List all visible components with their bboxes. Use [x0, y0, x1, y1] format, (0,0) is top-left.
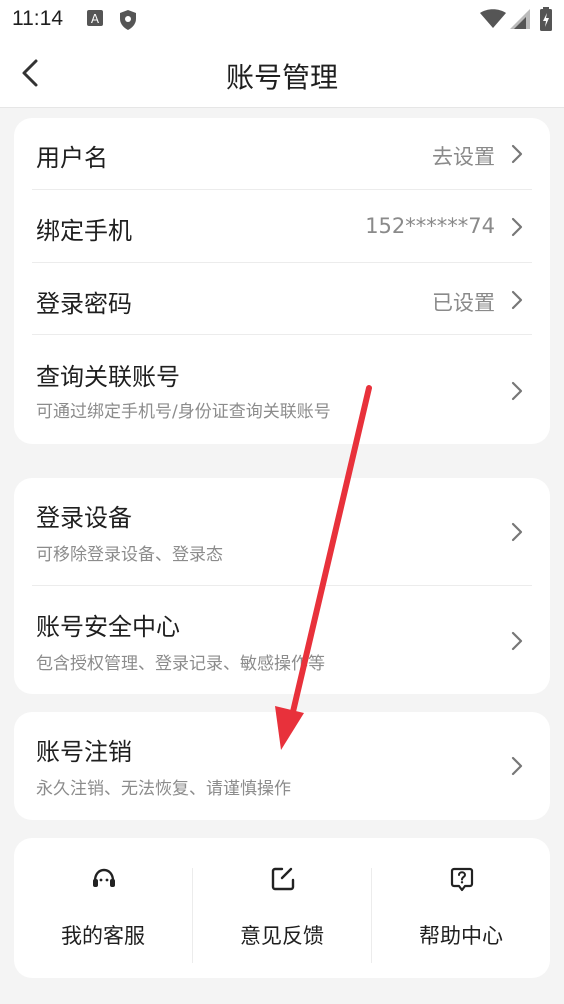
login-devices-desc: 可移除登录设备、登录态 [36, 545, 223, 565]
username-value: 去设置 [432, 145, 495, 169]
chevron-right-icon [511, 381, 523, 401]
chevron-right-icon [511, 290, 523, 310]
chevron-right-icon [511, 217, 523, 237]
status-bar: 11:14 A [0, 0, 564, 38]
status-time: 11:14 [12, 7, 63, 30]
help-center-button[interactable]: 帮助中心 [372, 838, 550, 978]
security-card: 登录设备 可移除登录设备、登录态 账号安全中心 包含授权管理、登录记录、敏感操作… [14, 478, 550, 694]
password-value: 已设置 [432, 291, 495, 315]
svg-text:A: A [91, 12, 100, 26]
shield-icon [120, 10, 136, 30]
password-label: 登录密码 [36, 290, 132, 318]
account-cancel-label: 账号注销 [36, 738, 132, 766]
account-cancel-card: 账号注销 永久注销、无法恢复、请谨慎操作 [14, 712, 550, 820]
app-a-icon: A [87, 10, 103, 26]
phone-row[interactable]: 绑定手机 152******74 [14, 190, 550, 263]
account-info-card: 用户名 去设置 绑定手机 152******74 登录密码 已设置 查询关联账号… [14, 118, 550, 444]
linked-accounts-desc: 可通过绑定手机号/身份证查询关联账号 [36, 402, 331, 422]
account-cancel-desc: 永久注销、无法恢复、请谨慎操作 [36, 779, 291, 799]
customer-service-button[interactable]: 我的客服 [14, 838, 192, 978]
help-shortcuts-card: 我的客服 意见反馈 帮助中心 [14, 838, 550, 978]
security-center-label: 账号安全中心 [36, 613, 180, 641]
chevron-right-icon [511, 631, 523, 651]
username-row[interactable]: 用户名 去设置 [14, 118, 550, 190]
account-cancel-row[interactable]: 账号注销 永久注销、无法恢复、请谨慎操作 [14, 712, 550, 820]
title-bar: 账号管理 [0, 38, 564, 108]
password-row[interactable]: 登录密码 已设置 [14, 263, 550, 335]
page-title: 账号管理 [225, 61, 338, 94]
chevron-right-icon [511, 522, 523, 542]
phone-label: 绑定手机 [36, 217, 132, 245]
wifi-icon [480, 9, 506, 28]
chevron-right-icon [511, 756, 523, 776]
battery-icon [540, 7, 552, 31]
help-center-label: 帮助中心 [419, 924, 503, 948]
username-label: 用户名 [36, 144, 108, 172]
feedback-label: 意见反馈 [240, 924, 324, 948]
login-devices-row[interactable]: 登录设备 可移除登录设备、登录态 [14, 478, 550, 585]
security-center-row[interactable]: 账号安全中心 包含授权管理、登录记录、敏感操作等 [14, 586, 550, 694]
signal-icon [510, 9, 530, 29]
login-devices-label: 登录设备 [36, 504, 132, 532]
linked-accounts-label: 查询关联账号 [36, 363, 180, 391]
phone-value: 152******74 [365, 214, 495, 238]
chevron-right-icon [511, 144, 523, 164]
customer-service-label: 我的客服 [61, 924, 145, 948]
linked-accounts-row[interactable]: 查询关联账号 可通过绑定手机号/身份证查询关联账号 [14, 335, 550, 444]
headset-icon [93, 868, 115, 887]
security-center-desc: 包含授权管理、登录记录、敏感操作等 [36, 654, 325, 674]
help-icon [450, 867, 474, 892]
edit-icon [271, 867, 295, 891]
feedback-button[interactable]: 意见反馈 [193, 838, 371, 978]
